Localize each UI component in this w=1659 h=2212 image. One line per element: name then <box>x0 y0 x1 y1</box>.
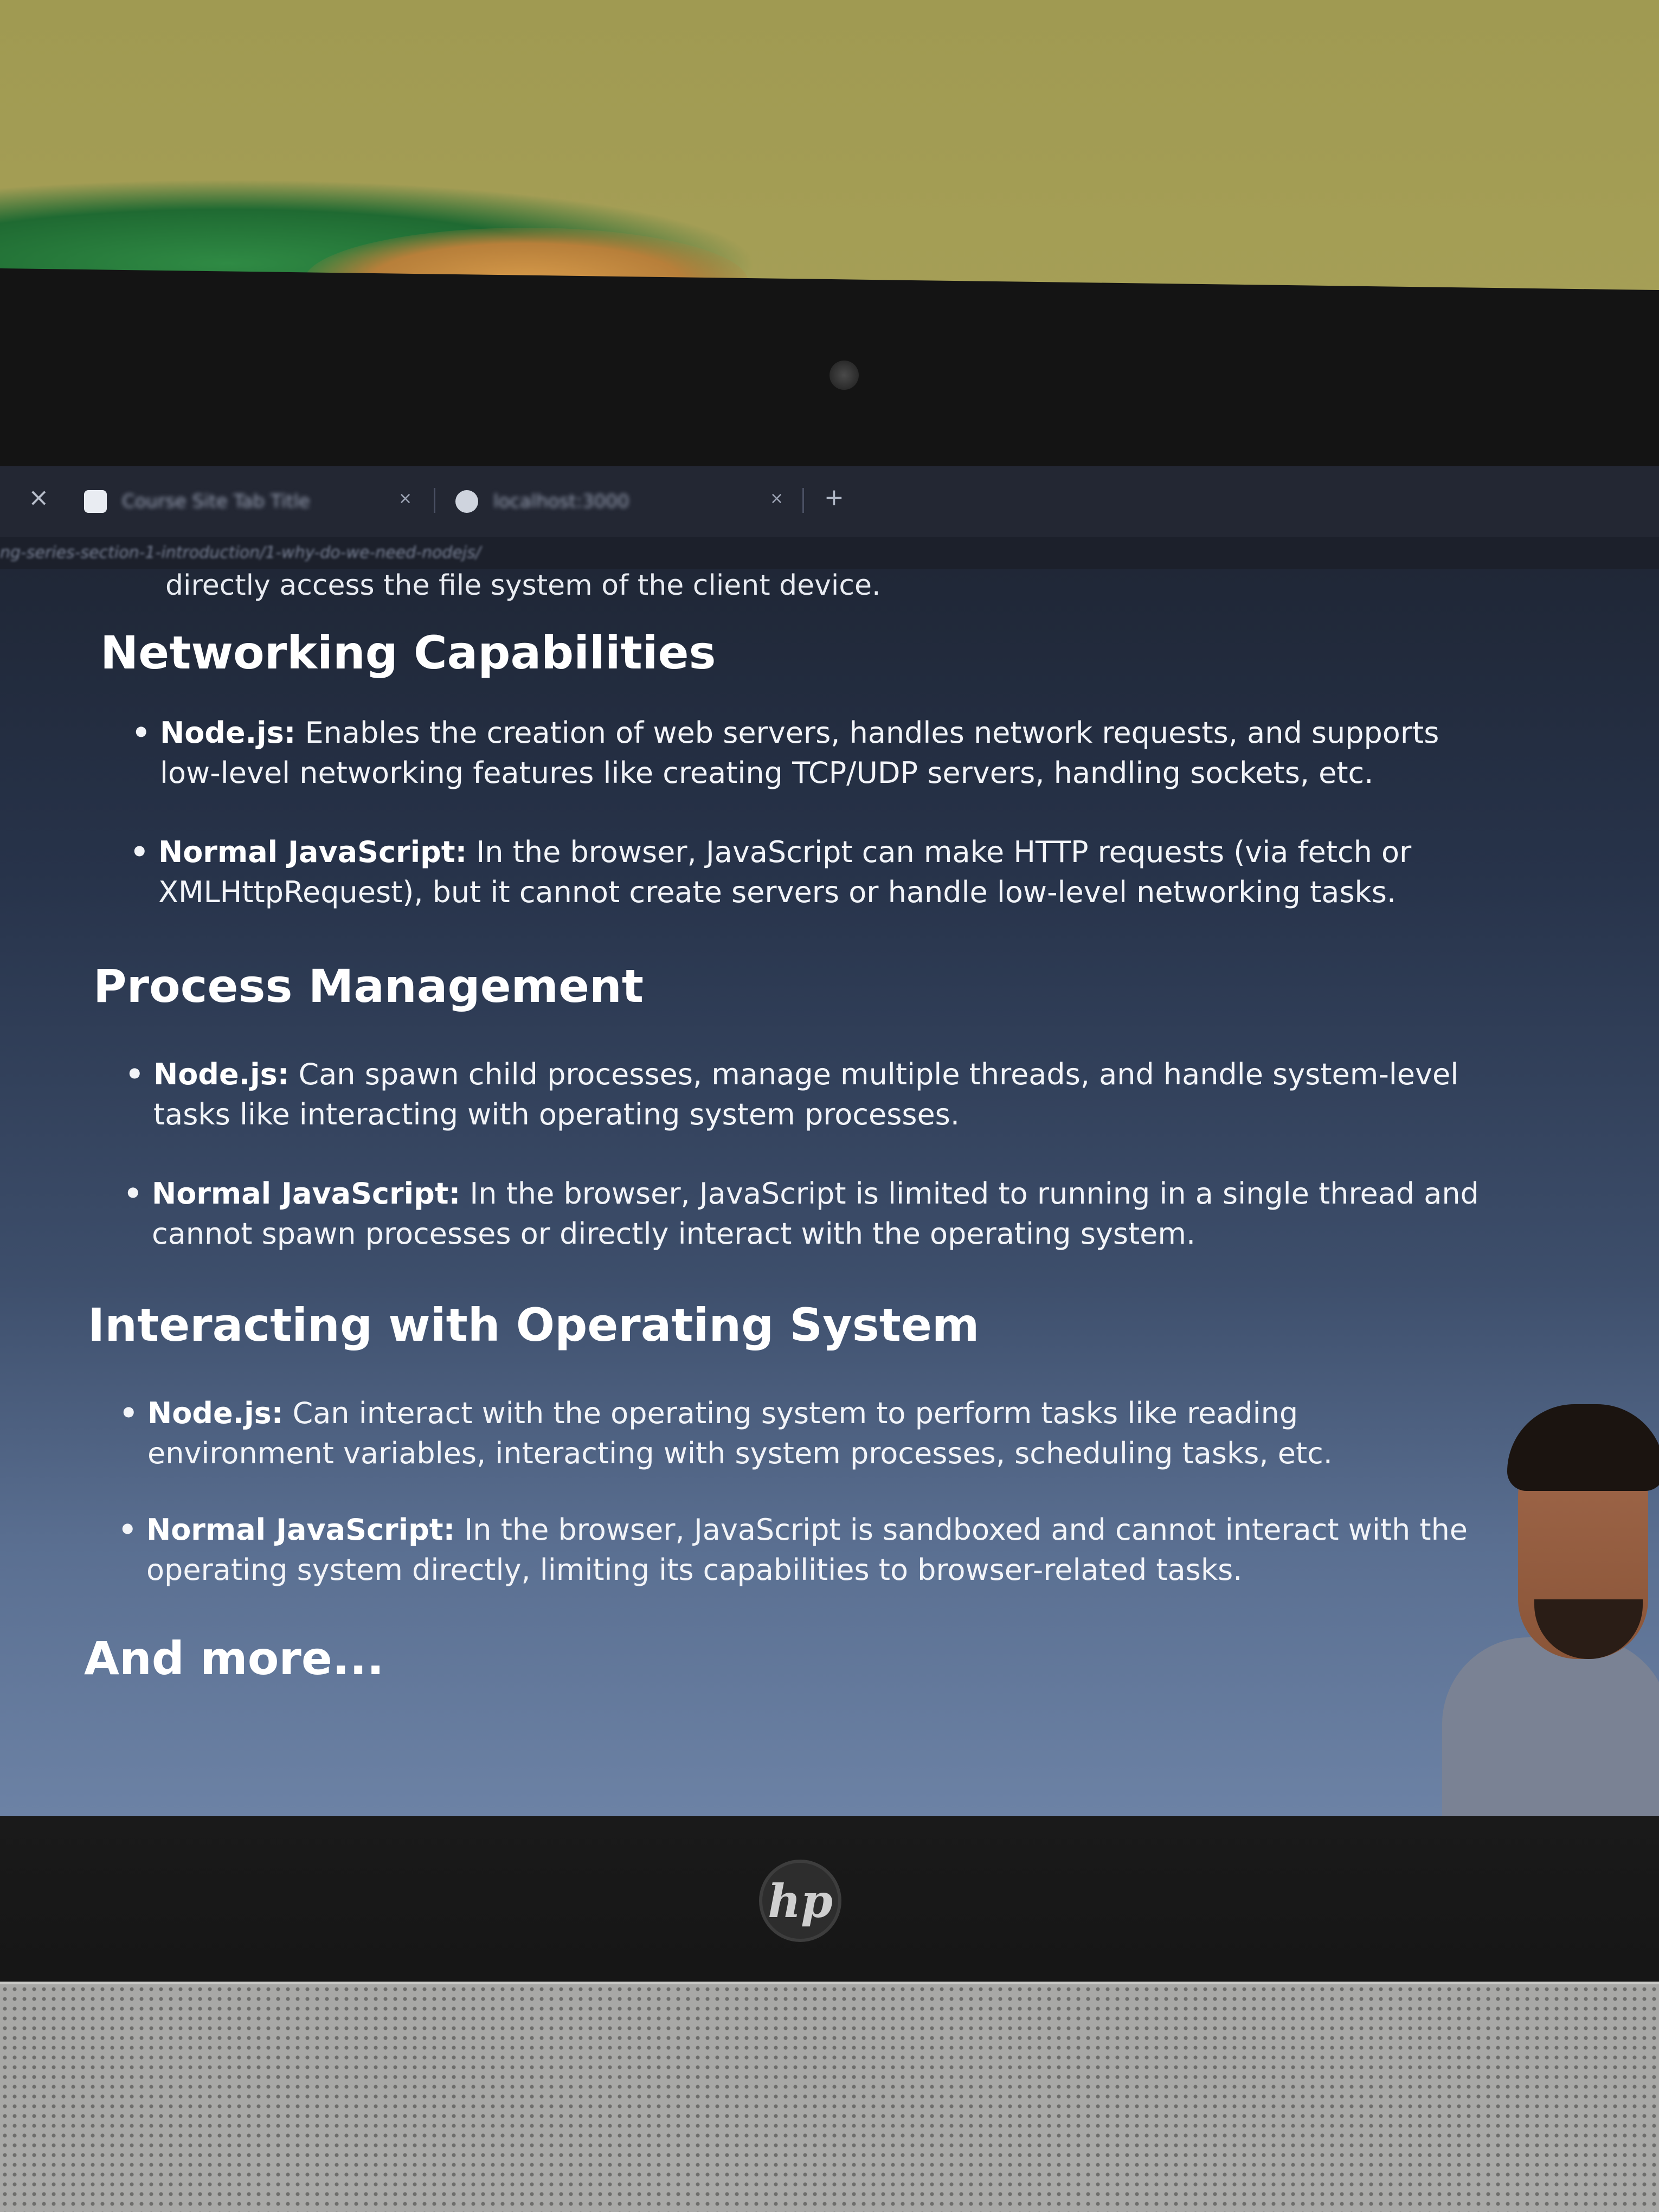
heading-and-more: And more... <box>84 1632 384 1685</box>
webcam-icon <box>829 361 859 390</box>
heading-process-management: Process Management <box>93 960 644 1013</box>
browser-tab-bar: × Course Site Tab Title × localhost:3000… <box>0 466 1659 537</box>
hp-logo: hp <box>759 1860 841 1942</box>
bullet-icon: • <box>125 1057 144 1091</box>
list-item: • Normal JavaScript: In the browser, Jav… <box>130 832 1503 912</box>
list-item: • Node.js: Can spawn child processes, ma… <box>125 1054 1498 1135</box>
list-item: • Normal JavaScript: In the browser, Jav… <box>118 1510 1491 1590</box>
tab-active[interactable]: Course Site Tab Title <box>84 478 310 525</box>
bullet-icon: • <box>119 1396 138 1430</box>
bullet-text: Can interact with the operating system t… <box>147 1396 1333 1470</box>
bullet-term: Node.js: <box>153 1057 290 1091</box>
presenter-shirt <box>1442 1637 1659 1816</box>
laptop-screen: × Course Site Tab Title × localhost:3000… <box>0 466 1659 1816</box>
globe-icon <box>455 490 478 513</box>
bullet-icon: • <box>130 835 149 869</box>
bullet-term: Node.js: <box>160 716 296 750</box>
close-icon[interactable]: × <box>398 489 412 508</box>
tab-label: localhost:3000 <box>493 491 629 512</box>
tab-localhost[interactable]: localhost:3000 <box>455 478 629 525</box>
page-icon <box>84 490 107 513</box>
bullet-term: Normal JavaScript: <box>152 1176 461 1211</box>
bullet-text: Enables the creation of web servers, han… <box>160 716 1439 790</box>
article-content: directly access the file system of the c… <box>0 569 1659 1816</box>
bullet-icon: • <box>118 1513 137 1547</box>
tab-label: Course Site Tab Title <box>122 491 310 512</box>
heading-operating-system: Interacting with Operating System <box>88 1298 980 1352</box>
bullet-term: Normal JavaScript: <box>158 835 467 869</box>
address-bar[interactable]: ng-series-section-1-introduction/1-why-d… <box>0 537 1659 569</box>
bullet-icon: • <box>124 1176 143 1211</box>
plus-icon[interactable]: + <box>824 484 844 511</box>
bullet-text: Can spawn child processes, manage multip… <box>153 1057 1459 1131</box>
close-icon[interactable]: × <box>770 489 783 508</box>
close-icon[interactable]: × <box>28 483 49 512</box>
speaker-grille <box>0 1984 1659 2212</box>
address-text: ng-series-section-1-introduction/1-why-d… <box>0 543 481 562</box>
list-item: • Normal JavaScript: In the browser, Jav… <box>124 1174 1496 1254</box>
presenter-video-overlay <box>1426 1372 1659 1816</box>
bullet-term: Node.js: <box>147 1396 284 1430</box>
tab-divider <box>434 488 435 513</box>
list-item: • Node.js: Can interact with the operati… <box>119 1393 1492 1474</box>
bullet-icon: • <box>132 716 151 750</box>
bullet-term: Normal JavaScript: <box>146 1513 455 1547</box>
tab-divider <box>802 488 804 513</box>
paragraph-fragment: directly access the file system of the c… <box>165 569 881 602</box>
heading-networking: Networking Capabilities <box>100 626 716 679</box>
list-item: • Node.js: Enables the creation of web s… <box>132 713 1504 793</box>
presenter-hair <box>1507 1404 1659 1491</box>
